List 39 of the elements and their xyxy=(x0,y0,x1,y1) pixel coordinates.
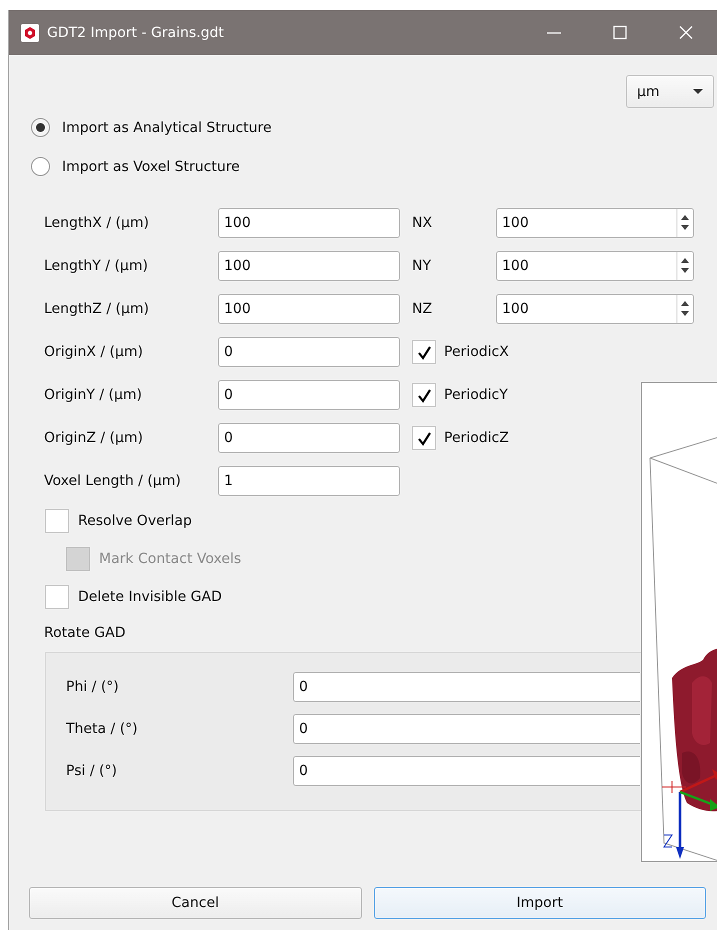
text-field[interactable]: 0 xyxy=(293,672,640,702)
field-label: NZ xyxy=(411,301,434,317)
dialog-button[interactable]: Import xyxy=(374,887,706,919)
text-field[interactable]: 0 xyxy=(218,337,400,367)
checkbox-label[interactable]: PeriodicZ xyxy=(444,430,509,446)
field-label: Theta / (°) xyxy=(66,721,139,737)
spin-box[interactable]: 100 xyxy=(496,251,694,281)
text-field[interactable]: 0 xyxy=(218,380,400,410)
radio-label[interactable]: Import as Analytical Structure xyxy=(62,120,272,136)
field-label: LengthY / (µm) xyxy=(44,258,149,274)
text-field[interactable]: 100 xyxy=(218,208,400,238)
field-label: LengthX / (µm) xyxy=(44,215,150,231)
checkbox-label[interactable]: PeriodicY xyxy=(444,387,508,403)
radio-label[interactable]: Import as Voxel Structure xyxy=(62,158,240,174)
spin-box[interactable]: 100 xyxy=(496,294,694,324)
checkbox-label[interactable]: PeriodicX xyxy=(444,344,509,360)
field-label: OriginY / (µm) xyxy=(44,387,143,403)
text-field[interactable]: 0 xyxy=(218,423,400,453)
field-label: OriginZ / (µm) xyxy=(44,430,144,446)
checkbox-label[interactable]: Delete Invisible GAD xyxy=(78,589,222,605)
unit-dropdown[interactable]: µm xyxy=(626,75,714,108)
text-field[interactable]: 100 xyxy=(218,294,400,324)
dialog-button[interactable]: Cancel xyxy=(29,887,362,919)
window-title: GDT2 Import - Grains.gdt xyxy=(47,24,224,40)
field-label: NX xyxy=(411,215,434,231)
field-label: Psi / (°) xyxy=(66,763,118,779)
field-label: OriginX / (µm) xyxy=(44,344,144,360)
group-title: Rotate GAD xyxy=(44,624,126,643)
field-label: Phi / (°) xyxy=(66,679,120,695)
field-label: NY xyxy=(411,258,432,274)
spin-box[interactable]: 100 xyxy=(496,208,694,238)
text-field[interactable]: 0 xyxy=(293,756,640,786)
text-field[interactable]: 100 xyxy=(218,251,400,281)
field-label: Voxel Length / (µm) xyxy=(44,473,182,489)
text-field[interactable]: 0 xyxy=(293,714,640,744)
checkbox-label[interactable]: Resolve Overlap xyxy=(78,513,192,529)
field-label: LengthZ / (µm) xyxy=(44,301,150,317)
checkbox-label: Mark Contact Voxels xyxy=(99,551,242,567)
text-field[interactable]: 1 xyxy=(218,466,400,496)
